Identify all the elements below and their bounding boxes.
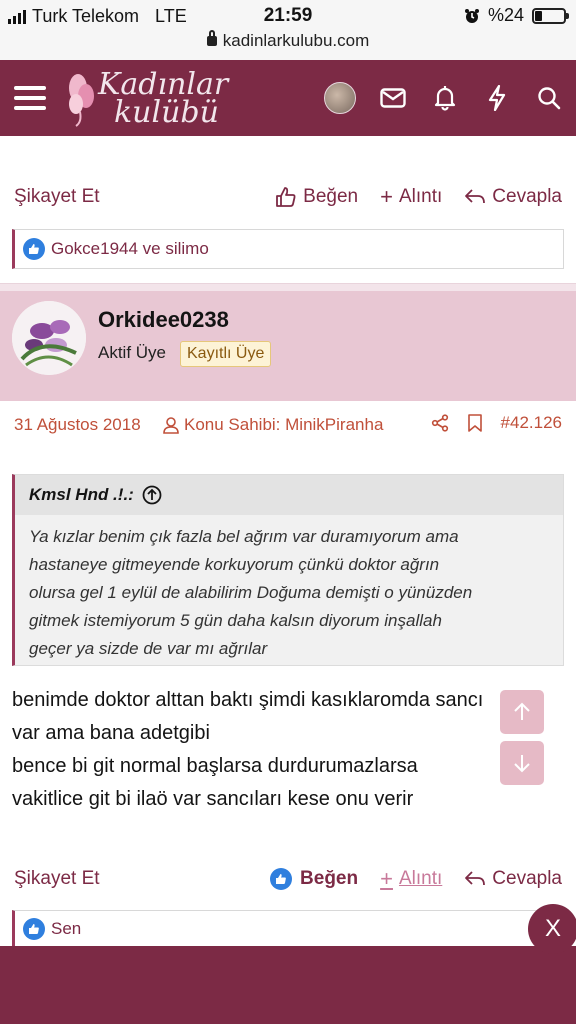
- like-reaction-icon: [270, 868, 293, 890]
- thread-owner: Konu Sahibi: MinikPiranha: [162, 415, 383, 435]
- lock-icon: [206, 30, 217, 46]
- battery-percent: %24: [487, 5, 524, 25]
- arrow-up-icon: [514, 702, 530, 720]
- arrow-down-icon: [514, 755, 530, 773]
- scroll-down-button[interactable]: [500, 741, 544, 785]
- reactions-text: Sen: [51, 919, 82, 938]
- quote-line: gitmek istemiyorum 5 gün daha kalsın diy…: [29, 611, 442, 630]
- url-text: kadinlarkulubu.com: [222, 31, 370, 50]
- user-avatar[interactable]: [12, 301, 86, 375]
- like-button[interactable]: Beğen: [270, 868, 358, 890]
- quote-text: Ya kızlar benim çık fazla bel ağrım var …: [15, 515, 563, 671]
- status-bar: Turk Telekom LTE 21:59 %24 kadinlarkulub…: [0, 0, 576, 60]
- reactions-bar[interactable]: Gokce1944 ve silimo: [12, 229, 564, 269]
- thumbs-up-icon: [276, 187, 296, 207]
- username[interactable]: Orkidee0238: [98, 307, 229, 333]
- reply-button[interactable]: Cevapla: [464, 868, 562, 890]
- body-line: benimde doktor alttan baktı şimdi kasıkl…: [12, 689, 484, 711]
- body-line: bence bi git normal başlarsa durdurumazl…: [12, 755, 418, 777]
- reply-button[interactable]: Cevapla: [464, 186, 562, 208]
- like-label: Beğen: [300, 868, 359, 889]
- avatar-flower-image: [12, 301, 86, 375]
- battery-icon: [532, 7, 569, 24]
- post-date[interactable]: 31 Ağustos 2018: [14, 415, 141, 435]
- arrow-up-circle-icon[interactable]: [142, 485, 162, 505]
- like-button[interactable]: Beğen: [275, 186, 358, 208]
- bolt-icon[interactable]: [482, 83, 512, 113]
- body-line: vakitlice git bi ilaö var sancıları kese…: [12, 788, 414, 810]
- like-reaction-icon: [23, 918, 45, 940]
- post-separator: [0, 283, 576, 291]
- plus-icon: +: [380, 866, 393, 891]
- flower-logo-icon: [69, 74, 94, 127]
- quote-line: hastaneye gitmeyende korkuyorum çünkü do…: [29, 555, 440, 574]
- user-icon: [163, 417, 179, 434]
- quote-label: Alıntı: [398, 186, 443, 207]
- post-body: benimde doktor alttan baktı şimdi kasıkl…: [12, 684, 568, 816]
- quote-block: Kmsl Hnd .!.: Ya kızlar benim çık fazla …: [12, 474, 564, 666]
- header-icons: [324, 82, 564, 114]
- body-line: var ama bana adetgibi: [12, 722, 210, 744]
- thread-owner-label: Konu Sahibi: MinikPiranha: [184, 415, 384, 434]
- url-bar[interactable]: kadinlarkulubu.com: [0, 30, 576, 51]
- post-user-header: Orkidee0238 Aktif Üye Kayıtlı Üye: [0, 291, 576, 401]
- user-badge: Kayıtlı Üye: [180, 341, 272, 367]
- site-logo[interactable]: Kadınlar kulübü: [62, 66, 228, 130]
- like-reaction-icon: [23, 238, 45, 260]
- search-icon[interactable]: [534, 83, 564, 113]
- bell-icon[interactable]: [430, 83, 460, 113]
- post-meta: 31 Ağustos 2018 Konu Sahibi: MinikPiranh…: [0, 403, 576, 447]
- post-action-buttons: Beğen + Alıntı Cevapla: [270, 866, 562, 892]
- quote-button[interactable]: + Alıntı: [380, 184, 442, 210]
- post-number[interactable]: #42.126: [501, 413, 562, 433]
- site-header: Kadınlar kulübü: [0, 60, 576, 136]
- reply-label: Cevapla: [492, 186, 562, 207]
- reactions-text: Gokce1944 ve silimo: [51, 239, 209, 258]
- quote-button[interactable]: + Alıntı: [380, 866, 442, 892]
- menu-icon[interactable]: [14, 84, 46, 112]
- quote-author: Kmsl Hnd .!.:: [29, 485, 134, 504]
- status-right: %24: [464, 5, 569, 26]
- post-actions: Şikayet Et Beğen + Alıntı Cevapla: [0, 860, 576, 900]
- alarm-icon: [464, 8, 479, 23]
- reply-label: Cevapla: [492, 868, 562, 889]
- report-button[interactable]: Şikayet Et: [14, 186, 100, 208]
- reactions-bar[interactable]: Sen: [12, 910, 564, 948]
- report-button[interactable]: Şikayet Et: [14, 868, 100, 890]
- bookmark-icon[interactable]: [467, 414, 483, 432]
- quote-line: olursa gel 1 eylül de alabilirim Doğuma …: [29, 583, 473, 602]
- prev-post-actions: Şikayet Et Beğen + Alıntı Cevapla: [0, 178, 576, 218]
- battery-fill: [535, 10, 542, 21]
- reply-icon: [465, 189, 486, 204]
- quote-label: Alıntı: [398, 868, 443, 889]
- scroll-up-button[interactable]: [500, 690, 544, 734]
- quote-header[interactable]: Kmsl Hnd .!.:: [15, 475, 563, 515]
- user-title: Aktif Üye: [98, 343, 167, 362]
- plus-icon: +: [380, 184, 393, 209]
- meta-actions: #42.126: [431, 413, 562, 433]
- quote-line: Ya kızlar benim çık fazla bel ağrım var …: [29, 527, 459, 546]
- avatar[interactable]: [324, 82, 356, 114]
- reply-icon: [465, 871, 486, 886]
- mail-icon[interactable]: [378, 83, 408, 113]
- share-icon[interactable]: [431, 414, 449, 432]
- quote-line: geçer ya sizde de var mı ağrılar: [29, 639, 268, 658]
- logo-line2: kulübü: [114, 95, 219, 130]
- prev-post-action-buttons: Beğen + Alıntı Cevapla: [275, 184, 562, 210]
- close-ad-button[interactable]: X: [528, 904, 576, 954]
- like-label: Beğen: [303, 186, 359, 207]
- ad-banner[interactable]: [0, 946, 576, 1024]
